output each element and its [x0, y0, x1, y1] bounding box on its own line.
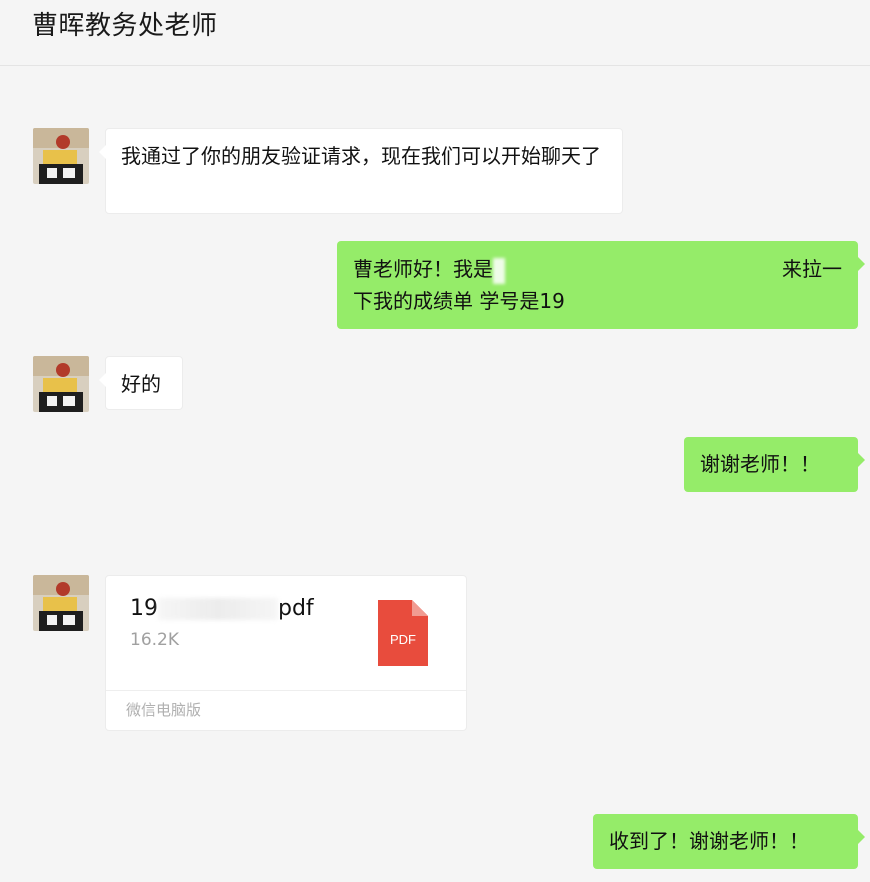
- file-name-prefix: 19: [130, 596, 158, 621]
- message-text: 好的: [121, 372, 161, 396]
- message-line-2: 下我的成绩单 学号是19: [353, 285, 842, 317]
- chat-title[interactable]: 曹晖教务处老师: [32, 8, 218, 44]
- file-message-card[interactable]: 19 pdf 16.2K PDF 微信电脑版: [105, 575, 467, 731]
- message-bubble-incoming[interactable]: 好的: [99, 356, 183, 410]
- file-size: 16.2K: [130, 630, 179, 650]
- redacted-file-name: [158, 598, 278, 620]
- message-line-1: 曹老师好！我是 来拉一: [353, 253, 842, 285]
- file-source: 微信电脑版: [126, 701, 202, 719]
- message-bubble-outgoing[interactable]: 谢谢老师！！: [684, 437, 865, 492]
- message-bubble-incoming[interactable]: 我通过了你的朋友验证请求，现在我们可以开始聊天了: [99, 128, 623, 214]
- contact-avatar[interactable]: [33, 128, 89, 184]
- message-text: 谢谢老师！！: [700, 452, 820, 476]
- chat-window: 曹晖教务处老师 我通过了你的朋友验证请求，现在我们可以开始聊天了 曹老师好！我是…: [0, 0, 870, 882]
- contact-avatar[interactable]: [33, 356, 89, 412]
- pdf-icon: PDF: [378, 600, 428, 666]
- message-text: 曹老师好！我是: [353, 257, 493, 281]
- pdf-icon-label: PDF: [390, 632, 416, 647]
- redacted-name: [493, 257, 505, 284]
- message-text: 收到了！谢谢老师！！: [609, 829, 809, 853]
- chat-header: 曹晖教务处老师: [0, 0, 870, 66]
- file-name-suffix: pdf: [278, 596, 314, 621]
- message-text: 来拉一: [782, 257, 842, 281]
- file-footer: 微信电脑版: [106, 690, 466, 730]
- message-text: 我通过了你的朋友验证请求，现在我们可以开始聊天了: [121, 144, 601, 168]
- message-bubble-outgoing[interactable]: 收到了！谢谢老师！！: [593, 814, 865, 869]
- message-text: 下我的成绩单 学号是19: [353, 289, 565, 313]
- file-name: 19 pdf: [130, 594, 314, 624]
- message-bubble-outgoing[interactable]: 曹老师好！我是 来拉一 下我的成绩单 学号是19: [337, 241, 865, 329]
- contact-avatar[interactable]: [33, 575, 89, 631]
